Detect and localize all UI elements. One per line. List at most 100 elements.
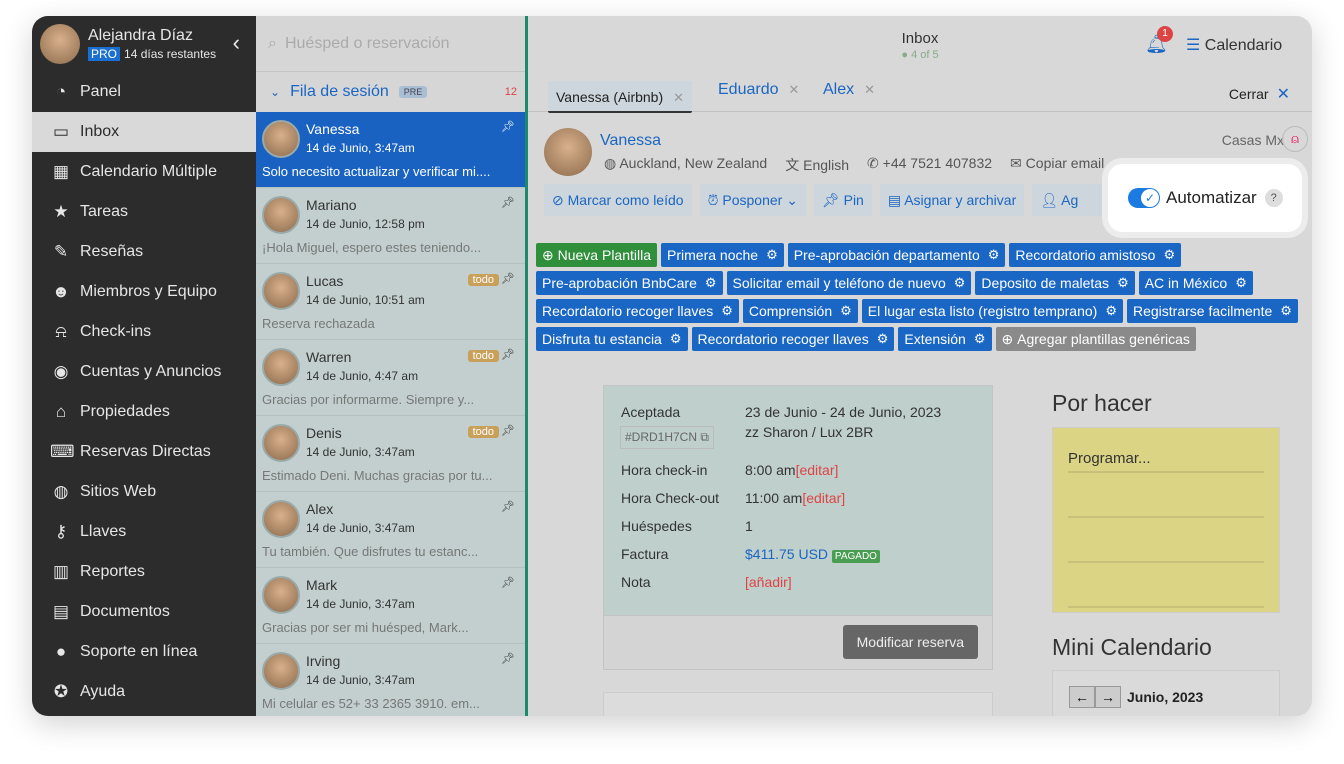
list-item[interactable]: Vanessa 14 de Junio, 3:47am Solo necesito … — [256, 112, 525, 188]
guest-name[interactable]: Vanessa — [600, 132, 661, 150]
gear-icon[interactable]: ⚙ — [877, 327, 889, 351]
gear-icon[interactable]: ⚙ — [1105, 299, 1117, 323]
sidebar-item-tareas[interactable]: ★ Tareas — [32, 192, 256, 232]
gear-icon[interactable]: ⚙ — [1117, 271, 1129, 295]
close-all-button[interactable]: Cerrar ✕ — [1229, 84, 1290, 104]
pin-icon[interactable]: 📌︎ — [501, 120, 515, 133]
gear-icon[interactable]: ⚙ — [705, 271, 717, 295]
list-item[interactable]: Warren 14 de Junio, 4:47 am Gracias por in… — [256, 340, 525, 416]
template-button[interactable]: Deposito de maletas ⚙ — [975, 271, 1135, 295]
pin-icon[interactable]: 📌︎ — [501, 196, 515, 209]
sidebar-item-calendario-múltiple[interactable]: ▦ Calendario Múltiple — [32, 152, 256, 192]
sidebar-item-miembros-y-equipo[interactable]: ☻ Miembros y Equipo — [32, 272, 256, 312]
session-queue-toggle[interactable]: ⌄ Fila de sesión PRE 12 — [256, 72, 525, 112]
queue-count: 12 — [504, 86, 517, 98]
tab-bar: Vanessa (Airbnb) ✕ Eduardo ✕ Alex ✕ Cerrar ✕ — [528, 72, 1312, 113]
list-item[interactable]: Mark 14 de Junio, 3:47am Gracias por ser m… — [256, 568, 525, 644]
todo-badge: todo — [467, 426, 499, 438]
tab-eduardo[interactable]: Eduardo ✕ — [718, 81, 799, 99]
help-icon[interactable]: ? — [1264, 189, 1283, 207]
user-profile[interactable]: Alejandra Díaz PRO 14 días restantes ‹ — [32, 16, 256, 72]
list-item[interactable]: Alex 14 de Junio, 3:47am Tu también. Que d… — [256, 492, 525, 568]
assign-archive-button[interactable]: ▤ Asignar y archivar — [879, 184, 1025, 216]
list-item[interactable]: Lucas 14 de Junio, 10:51 am Reserva rechaz… — [256, 264, 525, 340]
pin-icon[interactable]: 📌︎ — [501, 424, 515, 437]
list-item[interactable]: Denis 14 de Junio, 3:47am Estimado Deni. M… — [256, 416, 525, 492]
mark-read-button[interactable]: ⊘ Marcar como leído — [544, 184, 692, 216]
sidebar-item-sitios-web[interactable]: ◍ Sitios Web — [32, 472, 256, 512]
pin-icon[interactable]: 📌︎ — [501, 272, 515, 285]
pin-icon[interactable]: 📌︎ — [501, 500, 515, 513]
arrow-right-icon[interactable]: → — [1095, 686, 1121, 708]
new-template-button[interactable]: ⊕ Nueva Plantilla — [536, 243, 658, 267]
sidebar-item-ayuda[interactable]: ✪ Ayuda — [32, 672, 256, 712]
calendar-search-icon: ☰ — [1186, 37, 1201, 54]
todo-note[interactable]: Programar... — [1052, 427, 1280, 613]
add-note-link[interactable]: [añadir] — [745, 574, 792, 590]
template-button[interactable]: Pre-aprobación BnbCare ⚙ — [536, 271, 723, 295]
sidebar-item-reseñas[interactable]: ✎ Reseñas — [32, 232, 256, 272]
template-button[interactable]: Recordatorio recoger llaves ⚙ — [536, 299, 739, 323]
pin-icon[interactable]: 📌︎ — [501, 652, 515, 665]
search-input[interactable]: ⌕ Huésped o reservación — [256, 16, 525, 72]
template-button[interactable]: Primera noche ⚙ — [661, 243, 784, 267]
list-item[interactable]: Mariano 14 de Junio, 12:58 pm ¡Hola Miguel… — [256, 188, 525, 264]
gear-icon[interactable]: ⚙ — [766, 243, 778, 267]
gear-icon[interactable]: ⚙ — [1235, 271, 1247, 295]
calendar-button[interactable]: ☰ Calendario — [1186, 35, 1282, 55]
snooze-button[interactable]: ⏰︎ Posponer ⌄ — [699, 184, 806, 216]
gear-icon[interactable]: ⚙ — [988, 243, 1000, 267]
toggle-switch[interactable] — [1128, 188, 1160, 208]
gear-icon[interactable]: ⚙ — [1280, 299, 1292, 323]
phone: ✆ +44 7521 407832 — [867, 155, 993, 171]
template-button[interactable]: El lugar esta listo (registro temprano) ⚙ — [861, 299, 1123, 323]
calendar-month: Junio, 2023 — [1127, 689, 1204, 705]
chevron-left-icon[interactable]: ‹ — [233, 30, 240, 56]
gear-icon[interactable]: ⚙ — [954, 271, 966, 295]
template-button[interactable]: Registrarse facilmente ⚙ — [1126, 299, 1298, 323]
sidebar-item-reportes[interactable]: ▥ Reportes — [32, 552, 256, 592]
sidebar-item-documentos[interactable]: ▤ Documentos — [32, 592, 256, 632]
gear-icon[interactable]: ⚙ — [670, 327, 682, 351]
gear-icon[interactable]: ⚙ — [974, 327, 986, 351]
gear-icon[interactable]: ⚙ — [840, 299, 852, 323]
arrow-left-icon[interactable]: ← — [1069, 686, 1095, 708]
edit-checkin-link[interactable]: [editar] — [796, 462, 839, 478]
sidebar-item-check-ins[interactable]: ⍾ Check-ins — [32, 312, 256, 352]
edit-checkout-link[interactable]: [editar] — [802, 490, 845, 506]
tab-alex[interactable]: Alex ✕ — [823, 81, 875, 99]
template-button[interactable]: Recordatorio recoger llaves ⚙ — [691, 327, 895, 351]
sidebar-item-cuentas-y-anuncios[interactable]: ◉ Cuentas y Anuncios — [32, 352, 256, 392]
pin-button[interactable]: 📌︎ Pin — [813, 184, 872, 216]
tab-vanessa[interactable]: Vanessa (Airbnb) ✕ — [548, 81, 693, 113]
add-generic-templates-button[interactable]: ⊕ Agregar plantillas genéricas — [995, 327, 1196, 351]
sidebar-item-propiedades[interactable]: ⌂ Propiedades — [32, 392, 256, 432]
template-button[interactable]: Disfruta tu estancia ⚙ — [536, 327, 688, 351]
help-icon: ✪ — [53, 682, 69, 701]
template-button[interactable]: AC in México ⚙ — [1138, 271, 1253, 295]
template-button[interactable]: Extensión ⚙ — [898, 327, 992, 351]
list-item[interactable]: Irving 14 de Junio, 3:47am Mi celular es 5… — [256, 644, 525, 716]
template-button[interactable]: Pre-aprobación departamento ⚙ — [787, 243, 1006, 267]
template-button[interactable]: Recordatorio amistoso ⚙ — [1009, 243, 1182, 267]
automate-toggle[interactable]: Automatizar ? — [1108, 164, 1302, 232]
sidebar-item-soporte-en-línea[interactable]: ● Soporte en línea — [32, 632, 256, 672]
template-button[interactable]: Comprensión ⚙ — [742, 299, 858, 323]
sidebar-item-inbox[interactable]: ▭ Inbox — [32, 112, 256, 152]
gear-icon[interactable]: ⚙ — [1163, 243, 1175, 267]
sidebar-item-reservas-directas[interactable]: ⌨ Reservas Directas — [32, 432, 256, 472]
template-button[interactable]: Solicitar email y teléfono de nuevo ⚙ — [726, 271, 972, 295]
mini-calendar-title: Mini Calendario — [1052, 634, 1212, 660]
sidebar-item-llaves[interactable]: ⚷ Llaves — [32, 512, 256, 552]
reservation-code[interactable]: #DRD1H7CN ⧉ — [620, 426, 714, 449]
assign-button[interactable]: 👤︎ Ag — [1032, 184, 1102, 216]
pin-icon[interactable]: 📌︎ — [501, 576, 515, 589]
sidebar-item-panel[interactable]: ◔ Panel — [32, 72, 256, 112]
gear-icon[interactable]: ⚙ — [721, 299, 733, 323]
pin-icon[interactable]: 📌︎ — [501, 348, 515, 361]
globe-icon: ◍ — [604, 155, 617, 171]
invoice-link[interactable]: $411.75 USD — [745, 546, 828, 562]
avatar — [262, 576, 300, 614]
modify-reservation-button[interactable]: Modificar reserva — [842, 625, 978, 659]
copy-email-button[interactable]: ✉ Copiar email — [1010, 155, 1104, 175]
